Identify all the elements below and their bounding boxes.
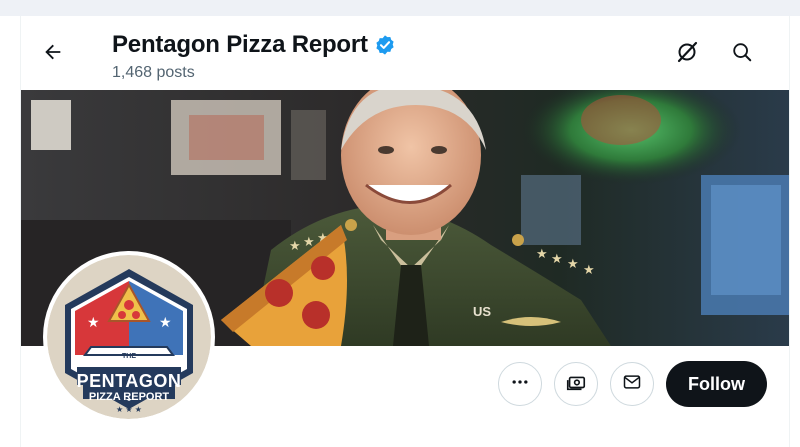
arrow-left-icon	[42, 41, 64, 68]
follow-button[interactable]: Follow	[666, 361, 767, 407]
browser-top-strip	[0, 0, 800, 16]
verified-badge-icon	[374, 34, 396, 56]
svg-text:★: ★	[289, 238, 301, 253]
search-icon	[731, 41, 753, 68]
avatar-image: ★ ★ THE PENTAGON PIZZA REPORT ★ ★ ★	[47, 255, 211, 419]
message-button[interactable]	[610, 362, 654, 406]
post-count: 1,468 posts	[112, 64, 195, 81]
profile-actions: Follow	[498, 361, 767, 407]
logo-text-pizza-report: PIZZA REPORT	[88, 391, 170, 403]
search-button[interactable]	[724, 36, 760, 72]
grok-icon	[675, 40, 699, 69]
subscribe-button[interactable]	[554, 362, 598, 406]
page-title: Pentagon Pizza Report	[112, 31, 368, 58]
title-block: Pentagon Pizza Report 1,468 posts	[112, 29, 396, 82]
uniform-patch-label: US	[473, 304, 492, 319]
more-button[interactable]	[498, 362, 542, 406]
svg-text:★: ★	[551, 251, 563, 266]
back-button[interactable]	[35, 36, 71, 72]
svg-text:★: ★	[583, 262, 595, 277]
svg-text:★: ★	[536, 246, 548, 261]
grok-button[interactable]	[669, 36, 705, 72]
svg-text:★: ★	[303, 234, 315, 249]
logo-text-pentagon: PENTAGON	[76, 371, 182, 391]
envelope-icon	[622, 372, 642, 397]
subscribe-money-icon	[565, 371, 587, 398]
profile-avatar[interactable]: ★ ★ THE PENTAGON PIZZA REPORT ★ ★ ★	[43, 251, 215, 423]
profile-header: Pentagon Pizza Report 1,468 posts	[21, 16, 789, 90]
logo-stars: ★ ★ ★	[116, 405, 142, 414]
profile-pane: Pentagon Pizza Report 1,468 posts ★ ★ ★ …	[20, 16, 790, 447]
svg-text:★: ★	[567, 256, 579, 271]
more-horizontal-icon	[510, 372, 530, 397]
logo-text-the: THE	[122, 353, 136, 360]
